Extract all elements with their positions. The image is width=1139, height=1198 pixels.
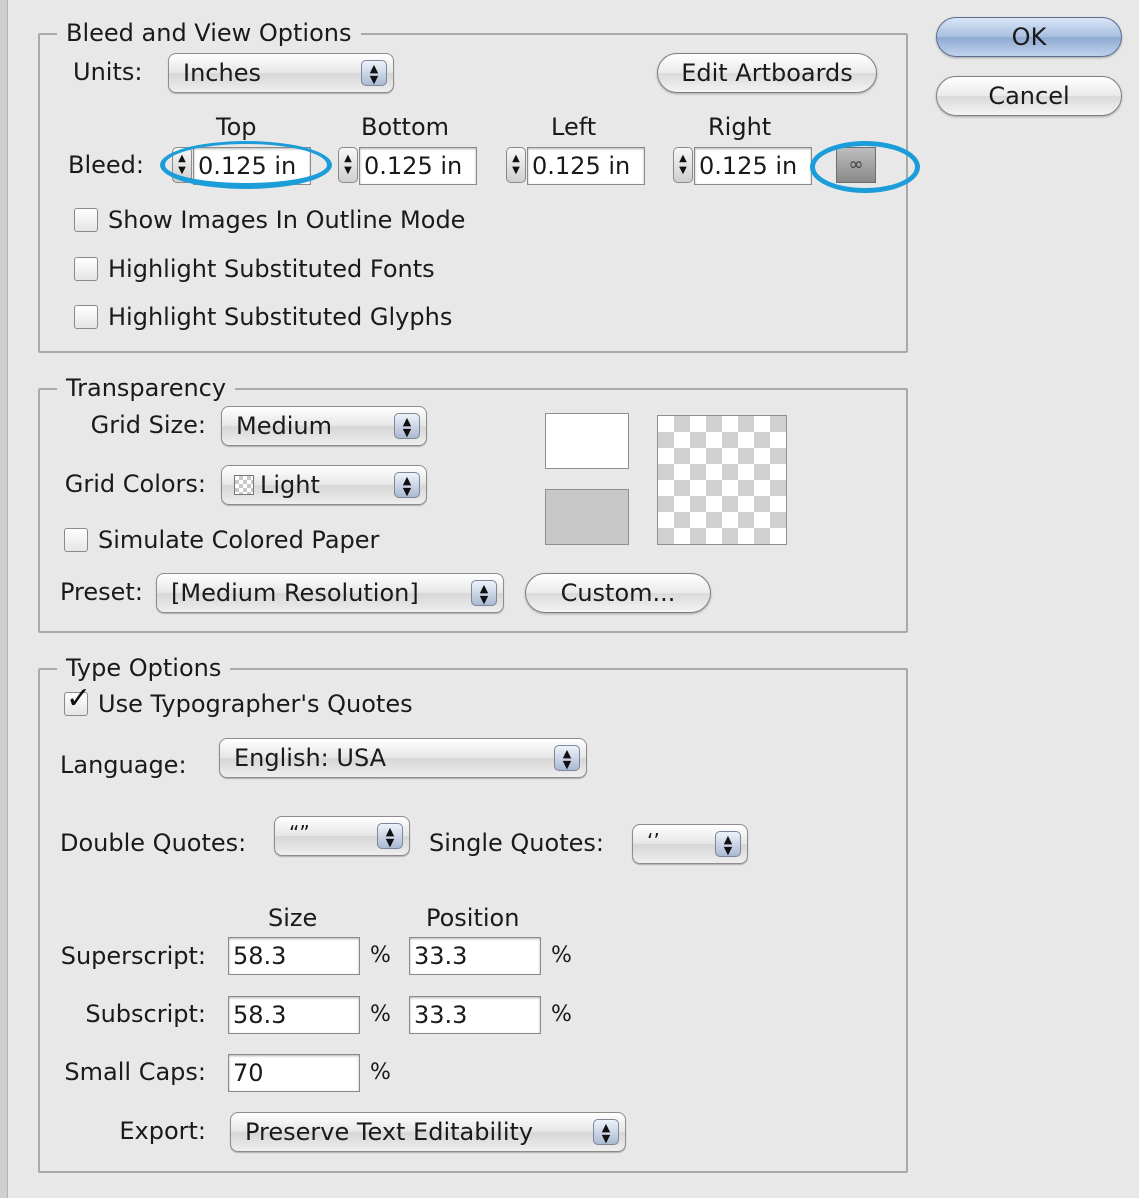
language-value: English: USA	[234, 744, 387, 772]
superscript-position-field[interactable]: 33.3	[409, 937, 541, 975]
export-label: Export:	[119, 1117, 206, 1145]
language-label: Language:	[60, 751, 187, 779]
percent-label: %	[551, 943, 572, 968]
subscript-size-field[interactable]: 58.3	[228, 996, 360, 1034]
grid-size-label: Grid Size:	[90, 411, 206, 439]
percent-label: %	[370, 943, 391, 968]
bleed-view-legend: Bleed and View Options	[57, 19, 361, 47]
double-quotes-value: “”	[289, 821, 310, 845]
grid-size-value: Medium	[236, 412, 332, 440]
preset-value: [Medium Resolution]	[171, 579, 419, 607]
percent-label: %	[370, 1002, 391, 1027]
bleed-label: Bleed:	[68, 151, 144, 179]
superscript-size-field[interactable]: 58.3	[228, 937, 360, 975]
bleed-right-stepper[interactable]: ▲ ▼	[673, 147, 693, 183]
export-value: Preserve Text Editability	[245, 1118, 534, 1146]
ok-button[interactable]: OK	[936, 17, 1122, 57]
single-quotes-label: Single Quotes:	[429, 829, 604, 857]
transparency-grid-preview	[657, 415, 787, 545]
typographers-quotes-label: Use Typographer's Quotes	[98, 690, 413, 718]
popup-arrows-icon: ▲ ▼	[361, 60, 387, 86]
edit-artboards-button[interactable]: Edit Artboards	[657, 53, 877, 93]
double-quotes-label: Double Quotes:	[60, 829, 247, 857]
small-caps-field[interactable]: 70	[228, 1054, 360, 1092]
grid-colors-label: Grid Colors:	[64, 470, 206, 498]
popup-arrows-icon: ▲ ▼	[471, 580, 497, 606]
bleed-bottom-header: Bottom	[361, 113, 450, 141]
popup-arrows-icon: ▲ ▼	[394, 472, 420, 498]
size-header: Size	[268, 904, 318, 932]
bleed-bottom-field[interactable]: 0.125 in	[359, 147, 477, 185]
percent-label: %	[551, 1002, 572, 1027]
cancel-button[interactable]: Cancel	[936, 76, 1122, 116]
popup-arrows-icon: ▲ ▼	[715, 831, 741, 857]
transparency-legend: Transparency	[57, 374, 236, 402]
bleed-right-field[interactable]: 0.125 in	[694, 147, 812, 185]
single-quotes-value: ‘’	[647, 829, 660, 853]
preset-label: Preset:	[60, 578, 143, 606]
bleed-top-header: Top	[216, 113, 257, 141]
double-quotes-popup[interactable]: “” ▲ ▼	[274, 816, 410, 856]
show-images-outline-checkbox[interactable]	[74, 208, 98, 232]
highlight-glyphs-label: Highlight Substituted Glyphs	[108, 303, 453, 331]
position-header: Position	[426, 904, 520, 932]
single-quotes-popup[interactable]: ‘’ ▲ ▼	[632, 824, 748, 864]
typographers-quotes-checkbox[interactable]: ✓	[64, 684, 91, 716]
simulate-paper-checkbox[interactable]	[64, 528, 88, 552]
subscript-position-field[interactable]: 33.3	[409, 996, 541, 1034]
annotation-circle-top	[160, 141, 332, 189]
checkmark-icon: ✓	[66, 681, 92, 716]
grid-color-swatch-dark[interactable]	[545, 489, 629, 545]
subscript-label: Subscript:	[85, 1000, 206, 1028]
popup-arrows-icon: ▲ ▼	[394, 413, 420, 439]
units-label: Units:	[73, 58, 143, 86]
grid-colors-popup[interactable]: Light ▲ ▼	[221, 465, 427, 505]
bleed-left-stepper[interactable]: ▲ ▼	[506, 147, 526, 183]
language-popup[interactable]: English: USA ▲ ▼	[219, 738, 587, 778]
type-options-legend: Type Options	[57, 654, 231, 682]
bleed-bottom-stepper[interactable]: ▲ ▼	[338, 147, 358, 183]
bleed-left-field[interactable]: 0.125 in	[527, 147, 645, 185]
bleed-left-header: Left	[551, 113, 597, 141]
preset-popup[interactable]: [Medium Resolution] ▲ ▼	[156, 573, 504, 613]
simulate-paper-label: Simulate Colored Paper	[98, 526, 380, 554]
checker-swatch-icon	[234, 475, 254, 495]
highlight-fonts-checkbox[interactable]	[74, 257, 98, 281]
annotation-circle-link	[810, 141, 920, 193]
show-images-outline-label: Show Images In Outline Mode	[108, 206, 466, 234]
grid-colors-value: Light	[260, 471, 320, 499]
grid-color-swatch-light[interactable]	[545, 413, 629, 469]
highlight-glyphs-checkbox[interactable]	[74, 305, 98, 329]
export-popup[interactable]: Preserve Text Editability ▲ ▼	[230, 1112, 626, 1152]
popup-arrows-icon: ▲ ▼	[377, 823, 403, 849]
small-caps-label: Small Caps:	[64, 1058, 206, 1086]
percent-label: %	[370, 1060, 391, 1085]
custom-button[interactable]: Custom...	[525, 573, 711, 613]
grid-size-popup[interactable]: Medium ▲ ▼	[221, 406, 427, 446]
bleed-right-header: Right	[708, 113, 772, 141]
units-value: Inches	[183, 59, 261, 87]
popup-arrows-icon: ▲ ▼	[554, 745, 580, 771]
window-left-edge	[0, 0, 8, 1198]
highlight-fonts-label: Highlight Substituted Fonts	[108, 255, 435, 283]
popup-arrows-icon: ▲ ▼	[593, 1119, 619, 1145]
superscript-label: Superscript:	[60, 942, 206, 970]
units-popup[interactable]: Inches ▲ ▼	[168, 53, 394, 93]
